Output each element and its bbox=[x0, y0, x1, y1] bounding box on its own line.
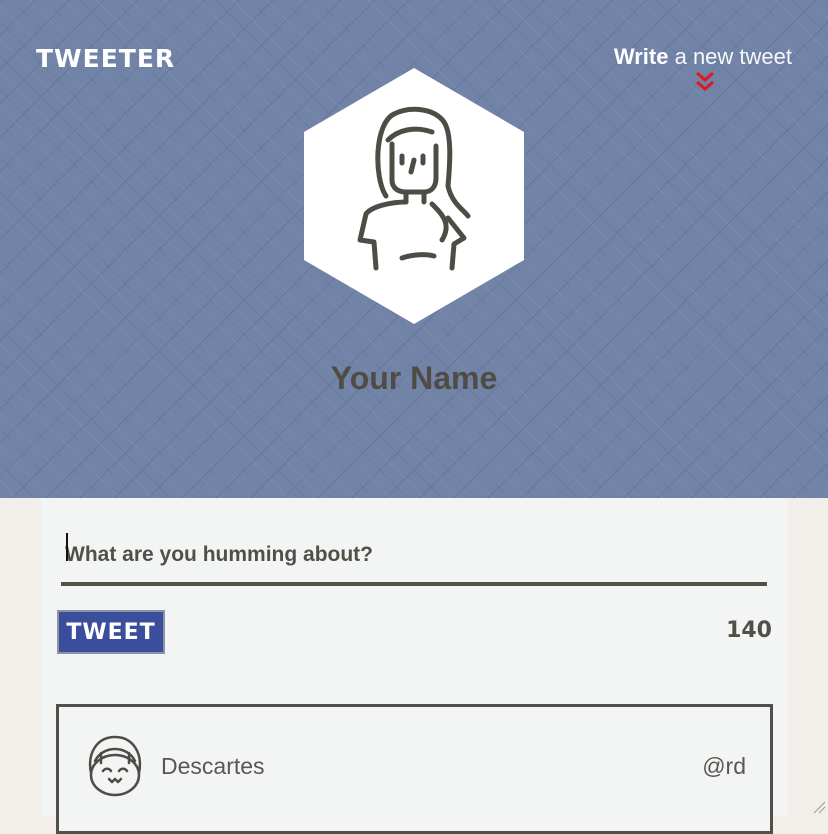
write-new-tweet-link[interactable]: Write a new tweet bbox=[614, 44, 792, 70]
double-chevron-down-icon[interactable] bbox=[694, 70, 716, 96]
resize-grip-icon[interactable] bbox=[812, 800, 826, 814]
profile-name: Your Name bbox=[330, 360, 498, 396]
write-link-strong: Write bbox=[613, 44, 669, 69]
tweet-panel: TWEET 140 Descartes @rd bbox=[41, 498, 788, 834]
text-caret bbox=[66, 533, 68, 561]
profile-header: TWEETER Write a new tweet Your Name bbox=[0, 0, 828, 498]
tweet-composer-input[interactable] bbox=[61, 528, 767, 586]
tweet-author-name[interactable]: Descartes bbox=[161, 753, 265, 780]
tweet-author-handle[interactable]: @rd bbox=[702, 753, 746, 780]
tweet-button[interactable]: TWEET bbox=[57, 610, 165, 654]
profile-avatar bbox=[304, 68, 524, 324]
smiling-face-avatar-icon bbox=[88, 735, 142, 797]
tweet-card: Descartes @rd bbox=[56, 704, 773, 834]
write-link-light: a new tweet bbox=[674, 44, 792, 69]
app-logo[interactable]: TWEETER bbox=[36, 44, 175, 73]
character-counter: 140 bbox=[726, 618, 772, 643]
